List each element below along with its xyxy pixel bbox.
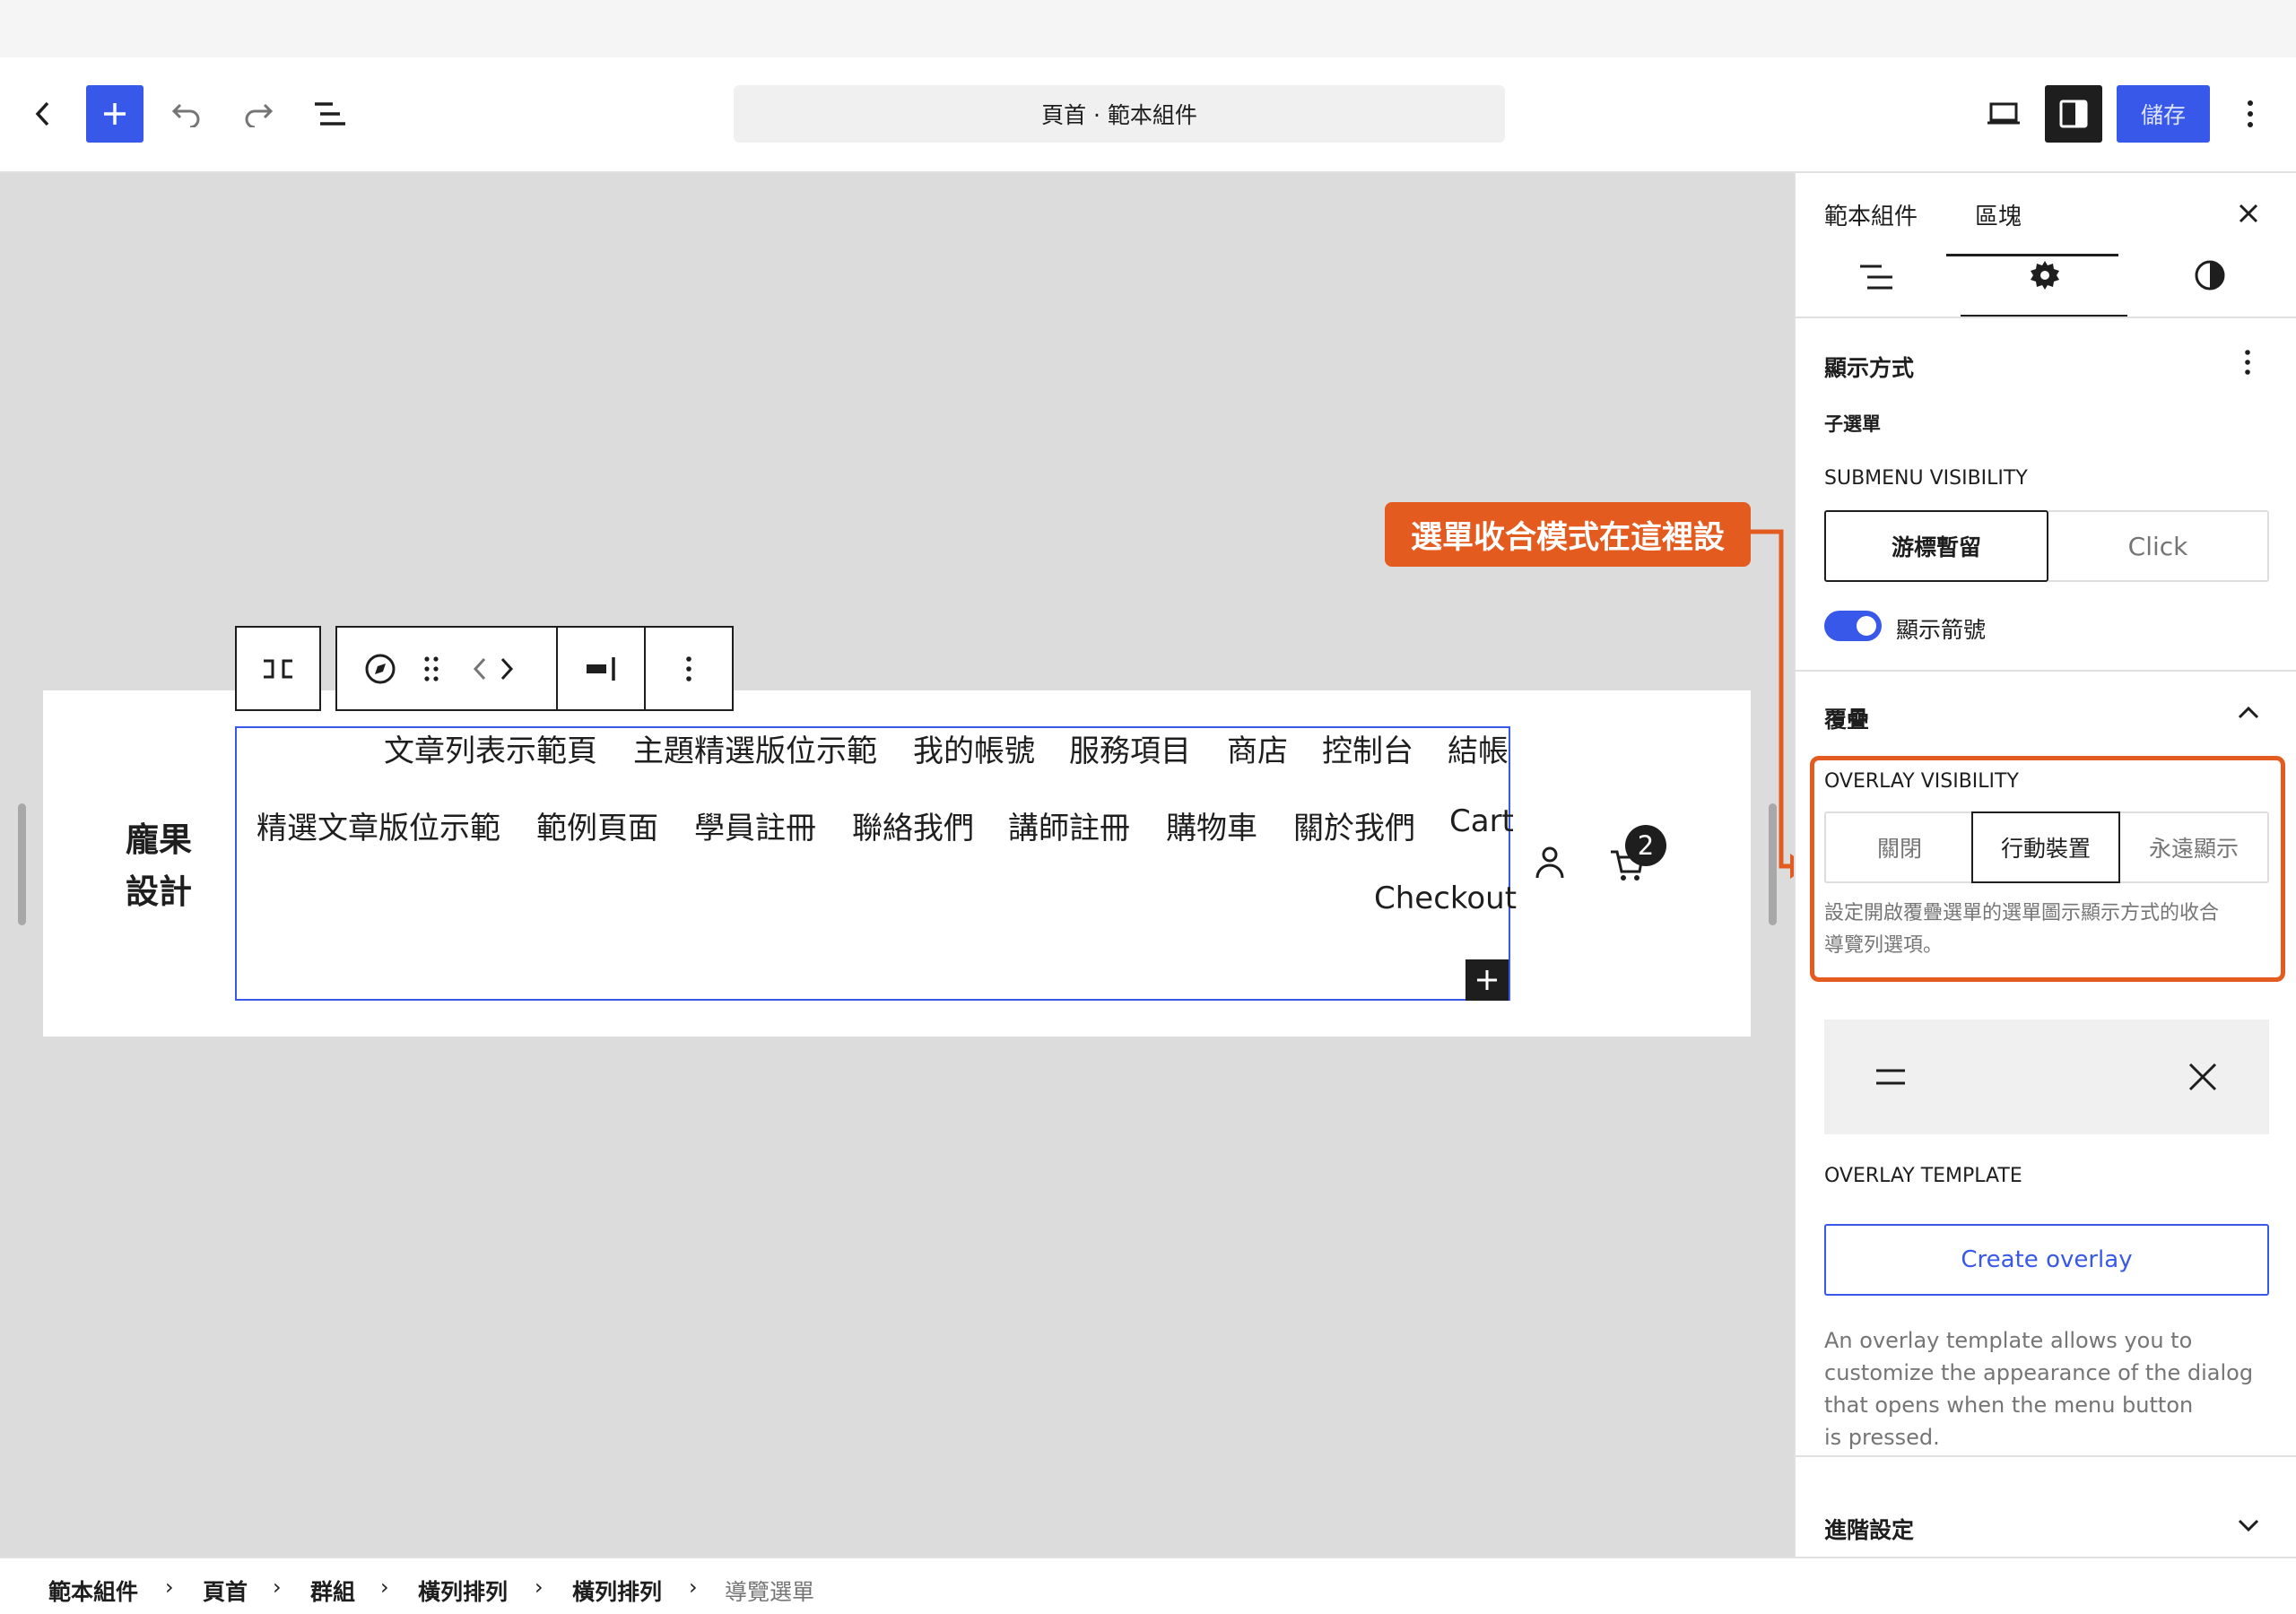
list-view-icon[interactable] (309, 85, 352, 143)
divider (1796, 1455, 2296, 1457)
overlay-preview (1824, 1020, 2269, 1134)
nav-item[interactable]: 服務項目 (1069, 726, 1191, 770)
submenu-visibility-label: SUBMENU VISIBILITY (1824, 467, 2028, 490)
advanced-section-title[interactable]: 進階設定 (1824, 1513, 1914, 1545)
tab-template-part[interactable]: 範本組件 (1824, 198, 1918, 231)
block-options-icon[interactable] (646, 628, 732, 709)
select-parent-icon[interactable] (237, 628, 319, 709)
divider (1796, 670, 2296, 672)
annotation-callout: 選單收合模式在這裡設 (1385, 502, 1751, 567)
show-arrow-toggle[interactable] (1824, 611, 1882, 641)
submenu-hover-option[interactable]: 游標暫留 (1824, 510, 2048, 582)
list-tab-icon[interactable] (1858, 261, 1894, 293)
styles-contrast-icon[interactable] (2194, 259, 2226, 291)
submenu-label: 子選單 (1824, 413, 1881, 435)
breadcrumb-item[interactable]: 範本組件 (48, 1575, 138, 1607)
nav-item[interactable]: 講師註冊 (1008, 803, 1130, 847)
breadcrumb-item[interactable]: 頁首 (203, 1575, 248, 1607)
move-left-icon[interactable] (468, 628, 491, 709)
nav-item[interactable]: 範例頁面 (536, 803, 658, 847)
nav-item[interactable]: 聯絡我們 (852, 803, 974, 847)
document-title-bar[interactable]: 頁首 · 範本組件 (734, 85, 1505, 143)
settings-sidebar: 範本組件 區塊 顯示方式 子選單 SUBMENU VISIBILITY 游標暫留… (1794, 173, 2296, 1557)
overlay-help-text: 設定開啟覆疊選單的選單圖示顯示方式的收合 導覽列選項。 (1824, 902, 2220, 957)
nav-item[interactable]: 控制台 (1322, 726, 1413, 770)
nav-item[interactable]: 購物車 (1166, 803, 1257, 847)
nav-item[interactable]: 結帳 (1448, 726, 1509, 770)
breadcrumb-item[interactable]: 群組 (310, 1575, 355, 1607)
site-title[interactable]: 龐果 設計 (126, 814, 192, 918)
breadcrumb-item[interactable]: 橫列排列 (572, 1575, 662, 1607)
chevron-right-icon: › (165, 1575, 174, 1600)
chevron-right-icon: › (273, 1575, 282, 1600)
document-title: 頁首 · 範本組件 (1041, 102, 1197, 128)
device-preview-icon[interactable] (1982, 85, 2025, 143)
cart-count-badge: 2 (1625, 825, 1666, 866)
add-nav-item-button[interactable] (1465, 959, 1509, 1001)
chevron-down-icon[interactable] (2237, 1518, 2260, 1534)
save-button[interactable]: 儲存 (2117, 85, 2210, 143)
chevron-right-icon: › (689, 1575, 698, 1600)
toggle-knob (1857, 616, 1876, 636)
chevron-right-icon: › (535, 1575, 544, 1600)
account-icon[interactable] (1534, 845, 1566, 881)
nav-item[interactable]: 商店 (1227, 726, 1288, 770)
block-toolbar (335, 626, 734, 711)
resize-handle-left[interactable] (18, 803, 26, 925)
overlay-template-label: OVERLAY TEMPLATE (1824, 1165, 2022, 1187)
display-section-title: 顯示方式 (1824, 355, 1915, 381)
nav-item[interactable]: 我的帳號 (913, 726, 1035, 770)
overlay-off-option[interactable]: 關閉 (1824, 811, 1973, 883)
nav-item[interactable]: 精選文章版位示範 (257, 803, 500, 847)
nav-item[interactable]: 文章列表示範頁 (384, 726, 597, 770)
redo-icon[interactable] (239, 85, 278, 143)
plus-icon (1477, 970, 1497, 990)
overlay-always-option[interactable]: 永遠顯示 (2120, 811, 2269, 883)
close-preview-icon (2187, 1061, 2219, 1093)
tab-active-indicator (1946, 254, 2118, 256)
show-arrow-label: 顯示箭號 (1896, 617, 1987, 643)
add-block-button[interactable] (86, 85, 144, 143)
back-icon[interactable] (25, 85, 61, 143)
sidebar-icon (2059, 100, 2088, 128)
overlay-section-title[interactable]: 覆疊 (1824, 702, 1869, 734)
undo-icon[interactable] (167, 85, 206, 143)
submenu-click-option[interactable]: Click (2048, 510, 2269, 582)
nav-item[interactable]: Cart (1449, 803, 1514, 839)
chevron-up-icon[interactable] (2237, 704, 2260, 720)
breadcrumb-current: 導覽選單 (725, 1579, 815, 1605)
close-icon[interactable] (2237, 202, 2260, 225)
plus-icon (104, 103, 126, 125)
nav-item[interactable]: 學員註冊 (694, 803, 816, 847)
overlay-template-help: An overlay template allows you to custom… (1824, 1328, 2254, 1450)
drag-handle-icon[interactable] (418, 628, 445, 709)
move-right-icon[interactable] (495, 628, 518, 709)
editor-header: 頁首 · 範本組件 儲存 (0, 57, 2296, 173)
menu-hamburger-icon (1874, 1064, 1907, 1089)
settings-sidebar-toggle[interactable] (2045, 85, 2102, 143)
settings-gear-icon[interactable] (2029, 259, 2061, 291)
overlay-mobile-option[interactable]: 行動裝置 (1971, 811, 2120, 883)
justify-right-icon[interactable] (558, 628, 644, 709)
nav-item[interactable]: 主題精選版位示範 (633, 726, 877, 770)
tab-block[interactable]: 區塊 (1975, 198, 2022, 231)
block-breadcrumb: 範本組件 › 頁首 › 群組 › 橫列排列 › 橫列排列 › 導覽選單 (0, 1557, 2296, 1614)
section-options-icon[interactable] (2244, 349, 2251, 376)
breadcrumb-item[interactable]: 橫列排列 (418, 1575, 508, 1607)
block-toolbar-parent (235, 626, 321, 711)
nav-item[interactable]: Checkout (1374, 881, 1517, 916)
more-options-icon[interactable] (2237, 85, 2264, 143)
chevron-right-icon: › (380, 1575, 389, 1600)
create-overlay-button[interactable]: Create overlay (1824, 1224, 2269, 1296)
divider (1796, 317, 2296, 318)
overlay-visibility-label: OVERLAY VISIBILITY (1824, 770, 2019, 793)
navigation-icon[interactable] (361, 628, 400, 709)
nav-item[interactable]: 關於我們 (1293, 803, 1415, 847)
